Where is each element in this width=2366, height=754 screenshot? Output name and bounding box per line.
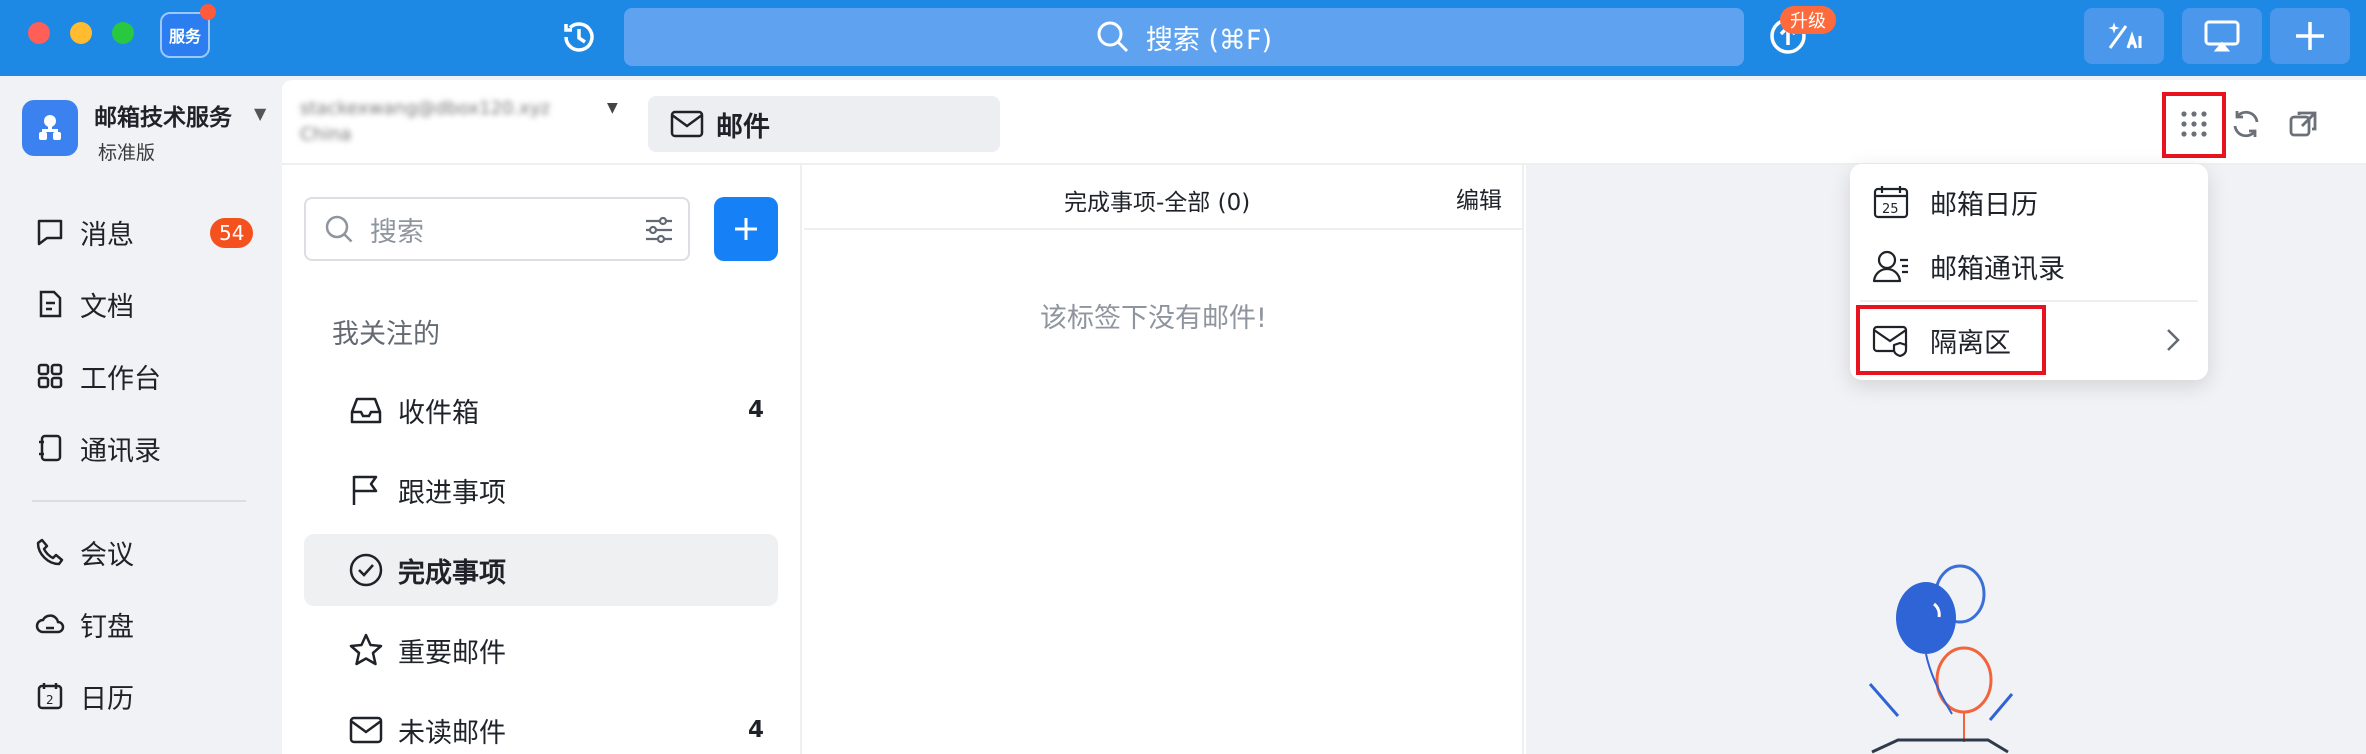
menu-item-mail-contacts[interactable]: 邮箱通讯录: [1872, 238, 2192, 294]
account-region: China: [300, 124, 352, 145]
folder-item-inbox[interactable]: 收件箱 4: [304, 374, 778, 446]
new-window-icon: [2289, 111, 2317, 137]
minimize-window-button[interactable]: [70, 22, 92, 44]
org-tree-icon: [39, 115, 61, 140]
maximize-window-button[interactable]: [112, 22, 134, 44]
ai-button[interactable]: [2084, 8, 2164, 64]
message-icon: [37, 219, 63, 246]
filter-icon[interactable]: [644, 215, 674, 245]
nav-label: 会议: [80, 539, 134, 571]
cloud-drive-icon: [35, 614, 65, 634]
refresh-button[interactable]: [2224, 102, 2268, 146]
mail-list-column: [804, 165, 1524, 754]
app-badge[interactable]: 服务: [160, 12, 210, 58]
nav-label: 消息: [80, 219, 134, 251]
check-circle-icon: [349, 553, 383, 587]
screen-share-button[interactable]: [2182, 8, 2262, 64]
nav-label: 文档: [80, 291, 134, 323]
folder-item-follow-up[interactable]: 跟进事项: [304, 454, 778, 526]
account-info[interactable]: stackexwang@dbox120.xyz China: [300, 96, 620, 152]
folder-label: 跟进事项: [398, 477, 506, 509]
nav-item-drive[interactable]: 钉盘: [34, 602, 134, 646]
tab-mail[interactable]: 邮件: [648, 96, 1000, 152]
nav-divider: [32, 500, 246, 502]
folder-item-unread[interactable]: 未读邮件 4: [304, 694, 778, 754]
org-logo[interactable]: [22, 100, 78, 156]
menu-divider: [1860, 300, 2198, 302]
account-caret-icon[interactable]: ▼: [607, 100, 618, 116]
inbox-icon: [350, 397, 382, 424]
contacts-icon: [1872, 250, 1908, 283]
nav-label: 日历: [80, 683, 134, 715]
highlight-box-apps: [2162, 92, 2226, 158]
nav-label: 钉盘: [80, 611, 134, 643]
address-book-icon: [39, 434, 62, 462]
grid-icon: [37, 363, 63, 389]
edit-button[interactable]: 编辑: [1456, 181, 1502, 215]
nav-item-contacts[interactable]: 通讯录: [34, 426, 161, 470]
compose-button[interactable]: [714, 197, 778, 261]
org-name[interactable]: 邮箱技术服务: [94, 98, 232, 132]
refresh-icon: [2233, 110, 2259, 138]
upgrade-badge[interactable]: 升级: [1780, 6, 1836, 34]
mail-icon: [349, 716, 383, 744]
svg-text:25: 25: [1882, 202, 1899, 217]
svg-text:2: 2: [46, 693, 54, 707]
unread-badge: 54: [210, 218, 254, 248]
history-icon[interactable]: [558, 16, 600, 62]
nav-item-docs[interactable]: 文档: [34, 282, 134, 326]
folder-search-input[interactable]: 搜索: [304, 197, 690, 261]
search-placeholder: 搜索: [370, 216, 424, 248]
search-icon: [1097, 21, 1128, 53]
menu-item-label: 邮箱通讯录: [1930, 253, 2065, 285]
close-window-button[interactable]: [28, 22, 50, 44]
list-title: 完成事项-全部 (0): [1064, 190, 1251, 216]
highlight-box-quarantine: [1856, 305, 2046, 375]
folder-label: 重要邮件: [398, 637, 506, 669]
ai-icon: [2108, 22, 2142, 49]
section-title: 我关注的: [332, 319, 440, 350]
star-icon: [349, 633, 383, 666]
nav-item-meetings[interactable]: 会议: [34, 530, 134, 574]
document-icon: [39, 290, 62, 318]
nav-label: 工作台: [80, 363, 161, 395]
folder-label: 完成事项: [398, 557, 506, 589]
global-search-bar[interactable]: 搜索 (⌘F): [624, 8, 1744, 66]
account-email: stackexwang@dbox120.xyz: [300, 98, 550, 119]
notification-dot: [200, 4, 216, 20]
nav-item-workbench[interactable]: 工作台: [34, 354, 161, 398]
menu-item-label: 邮箱日历: [1930, 189, 2038, 221]
new-item-button[interactable]: [2270, 8, 2350, 64]
folder-count: 4: [747, 397, 764, 423]
mail-icon: [670, 110, 704, 138]
plus-icon: [735, 218, 757, 240]
chevron-right-icon[interactable]: [2164, 326, 2182, 358]
calendar-icon: 25: [1873, 186, 1909, 219]
folder-item-important[interactable]: 重要邮件: [304, 614, 778, 686]
tab-label: 邮件: [716, 111, 770, 143]
calendar-icon: 2: [37, 683, 63, 710]
nav-label: 通讯录: [80, 435, 161, 467]
empty-state-text: 该标签下没有邮件!: [1040, 303, 1267, 334]
folder-count: 4: [747, 717, 764, 743]
balloon-illustration: [1860, 556, 2020, 754]
screen-share-icon: [2204, 20, 2240, 52]
open-external-button[interactable]: [2282, 102, 2326, 146]
search-label: 搜索 (⌘F): [1145, 24, 1273, 56]
folder-label: 收件箱: [398, 397, 479, 429]
flag-icon: [352, 475, 378, 505]
list-divider: [804, 228, 1524, 230]
plus-icon: [2296, 22, 2324, 50]
nav-item-calendar[interactable]: 2 日历: [34, 674, 134, 718]
nav-item-messages[interactable]: 消息: [34, 210, 134, 254]
search-icon: [325, 215, 353, 243]
folder-label: 未读邮件: [398, 717, 506, 749]
left-nav: [0, 76, 280, 754]
org-dropdown-caret-icon[interactable]: ▼: [254, 104, 266, 123]
org-plan: 标准版: [98, 142, 156, 164]
folder-item-completed[interactable]: 完成事项: [304, 534, 778, 606]
phone-icon: [36, 538, 64, 566]
menu-item-mail-calendar[interactable]: 25 邮箱日历: [1872, 174, 2192, 230]
